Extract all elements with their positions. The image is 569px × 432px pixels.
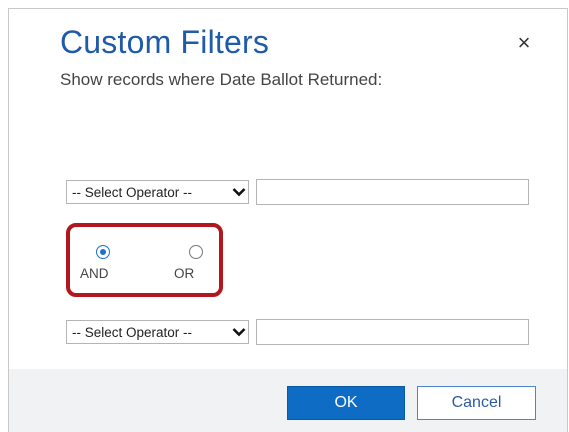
operator-select-1[interactable]: -- Select Operator -- bbox=[66, 180, 249, 204]
dialog-title: Custom Filters bbox=[60, 24, 270, 60]
and-radio[interactable] bbox=[96, 245, 110, 259]
operator-select-2[interactable]: -- Select Operator -- bbox=[66, 320, 249, 344]
ok-button[interactable]: OK bbox=[287, 386, 405, 420]
operator-select-1-label: -- Select Operator -- bbox=[72, 184, 193, 200]
filter-value-input-2[interactable] bbox=[256, 319, 529, 345]
operator-select-2-label: -- Select Operator -- bbox=[72, 324, 193, 340]
or-label: OR bbox=[174, 266, 195, 281]
and-label: AND bbox=[80, 266, 109, 281]
filter-value-input-1[interactable] bbox=[256, 179, 529, 205]
cancel-button[interactable]: Cancel bbox=[417, 386, 536, 420]
close-icon: × bbox=[517, 30, 531, 55]
chevron-down-icon bbox=[230, 321, 248, 343]
dialog-subtitle: Show records where Date Ballot Returned: bbox=[60, 70, 383, 89]
or-radio[interactable] bbox=[189, 245, 203, 259]
and-or-highlight bbox=[66, 223, 223, 297]
chevron-down-icon bbox=[230, 181, 248, 203]
close-button[interactable]: × bbox=[512, 30, 536, 55]
